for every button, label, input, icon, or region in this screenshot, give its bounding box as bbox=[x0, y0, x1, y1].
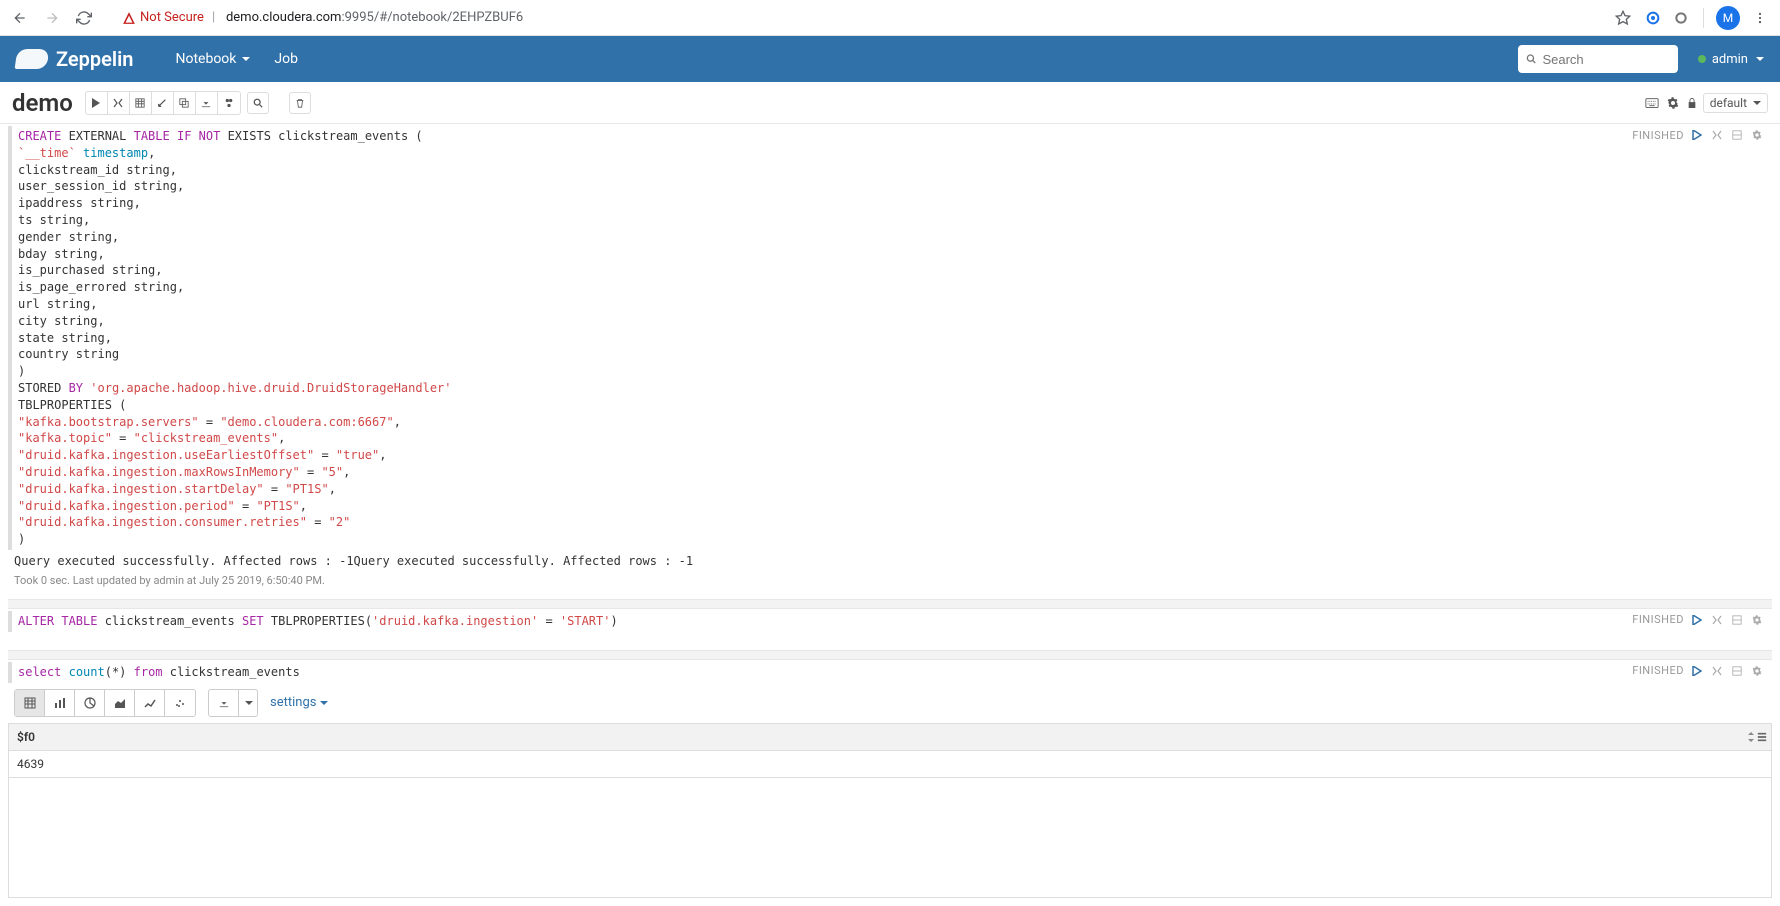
show-hide-output-button[interactable] bbox=[130, 92, 152, 114]
code-editor[interactable]: ALTER TABLE clickstream_events SET TBLPR… bbox=[8, 611, 1772, 632]
download-group bbox=[208, 689, 258, 717]
trash-button[interactable] bbox=[289, 92, 311, 114]
paragraph-separator bbox=[8, 599, 1772, 609]
forward-button[interactable] bbox=[40, 6, 64, 30]
security-label: Not Secure bbox=[140, 10, 204, 25]
paragraph-separator bbox=[8, 650, 1772, 660]
paragraph: FINISHED CREATE EXTERNAL TABLE IF NOT EX… bbox=[8, 126, 1772, 591]
profile-avatar[interactable]: M bbox=[1716, 6, 1740, 30]
notebook-toolbar: demo default bbox=[0, 82, 1780, 124]
download-button[interactable] bbox=[209, 690, 239, 716]
paragraph-settings-icon[interactable] bbox=[1750, 613, 1764, 627]
column-menu-icon[interactable] bbox=[1757, 732, 1767, 742]
extension-icon-2[interactable] bbox=[1671, 8, 1691, 28]
sort-icon[interactable] bbox=[1747, 732, 1755, 742]
browser-menu-icon[interactable] bbox=[1748, 6, 1772, 30]
bookmark-star-icon[interactable] bbox=[1611, 6, 1635, 30]
search-input[interactable] bbox=[1542, 52, 1669, 67]
paragraph-controls: FINISHED bbox=[1632, 664, 1764, 678]
code-editor[interactable]: select count(*) from clickstream_events bbox=[8, 662, 1772, 683]
column-header[interactable]: $f0 bbox=[9, 723, 1772, 750]
scatter-chart-button[interactable] bbox=[165, 690, 195, 716]
url-display[interactable]: demo.cloudera.com:9995/#/notebook/2EHPZB… bbox=[226, 10, 523, 25]
run-all-button[interactable] bbox=[86, 92, 108, 114]
run-paragraph-icon[interactable] bbox=[1690, 664, 1704, 678]
extension-icon[interactable] bbox=[1643, 8, 1663, 28]
run-button-group bbox=[85, 91, 241, 115]
table-view-button[interactable] bbox=[15, 690, 45, 716]
hide-editor-icon[interactable] bbox=[1710, 664, 1724, 678]
download-dropdown[interactable] bbox=[239, 690, 257, 716]
warning-icon bbox=[122, 11, 136, 25]
show-hide-code-button[interactable] bbox=[108, 92, 130, 114]
line-chart-button[interactable] bbox=[135, 690, 165, 716]
notebook-title[interactable]: demo bbox=[12, 89, 73, 117]
paragraph-settings-icon[interactable] bbox=[1750, 664, 1764, 678]
clone-note-button[interactable] bbox=[174, 92, 196, 114]
paragraph: FINISHED select count(*) from clickstrea… bbox=[8, 662, 1772, 898]
nav-notebook[interactable]: Notebook bbox=[163, 45, 262, 73]
app-header: Zeppelin Notebook Job admin bbox=[0, 36, 1780, 82]
keyboard-shortcuts-icon[interactable] bbox=[1643, 95, 1661, 111]
bar-chart-button[interactable] bbox=[45, 690, 75, 716]
area-chart-button[interactable] bbox=[105, 690, 135, 716]
hide-output-icon[interactable] bbox=[1730, 613, 1744, 627]
clear-output-button[interactable] bbox=[152, 92, 174, 114]
browser-toolbar: Not Secure | demo.cloudera.com:9995/#/no… bbox=[0, 0, 1780, 36]
result-table: $f0 4639 bbox=[8, 723, 1772, 778]
search-icon bbox=[1526, 53, 1537, 65]
interpreter-binding-icon[interactable] bbox=[1665, 95, 1681, 111]
paragraph-status: FINISHED bbox=[1632, 664, 1684, 677]
security-indicator[interactable]: Not Secure bbox=[122, 10, 204, 25]
chart-type-group bbox=[14, 689, 196, 717]
pie-chart-button[interactable] bbox=[75, 690, 105, 716]
code-editor[interactable]: CREATE EXTERNAL TABLE IF NOT EXISTS clic… bbox=[8, 126, 1772, 550]
paragraph-status: FINISHED bbox=[1632, 613, 1684, 626]
result-settings-link[interactable]: settings bbox=[270, 695, 328, 710]
find-button[interactable] bbox=[247, 92, 269, 114]
back-button[interactable] bbox=[8, 6, 32, 30]
table-row: 4639 bbox=[9, 750, 1772, 777]
mode-dropdown[interactable]: default bbox=[1703, 93, 1768, 113]
paragraph-meta: Took 0 sec. Last updated by admin at Jul… bbox=[8, 568, 1772, 591]
version-control-button[interactable] bbox=[218, 92, 240, 114]
zeppelin-logo-icon bbox=[15, 49, 50, 69]
export-note-button[interactable] bbox=[196, 92, 218, 114]
hide-output-icon[interactable] bbox=[1730, 664, 1744, 678]
paragraph-controls: FINISHED bbox=[1632, 613, 1764, 627]
run-paragraph-icon[interactable] bbox=[1690, 613, 1704, 627]
chevron-down-icon bbox=[320, 701, 328, 705]
permissions-icon[interactable] bbox=[1685, 95, 1699, 111]
status-dot-icon bbox=[1698, 55, 1706, 63]
user-dropdown[interactable]: admin bbox=[1698, 52, 1764, 67]
result-toolbar: settings bbox=[8, 683, 1772, 723]
hide-editor-icon[interactable] bbox=[1710, 613, 1724, 627]
search-box[interactable] bbox=[1518, 45, 1678, 73]
chevron-down-icon bbox=[242, 57, 250, 61]
paragraph: FINISHED ALTER TABLE clickstream_events … bbox=[8, 611, 1772, 642]
zeppelin-logo[interactable]: Zeppelin bbox=[16, 47, 133, 71]
chevron-down-icon bbox=[1756, 57, 1764, 61]
paragraph-result: Query executed successfully. Affected ro… bbox=[8, 550, 1772, 568]
chevron-down-icon bbox=[1753, 101, 1761, 105]
table-cell: 4639 bbox=[9, 750, 1772, 777]
reload-button[interactable] bbox=[72, 6, 96, 30]
nav-job[interactable]: Job bbox=[262, 45, 310, 73]
